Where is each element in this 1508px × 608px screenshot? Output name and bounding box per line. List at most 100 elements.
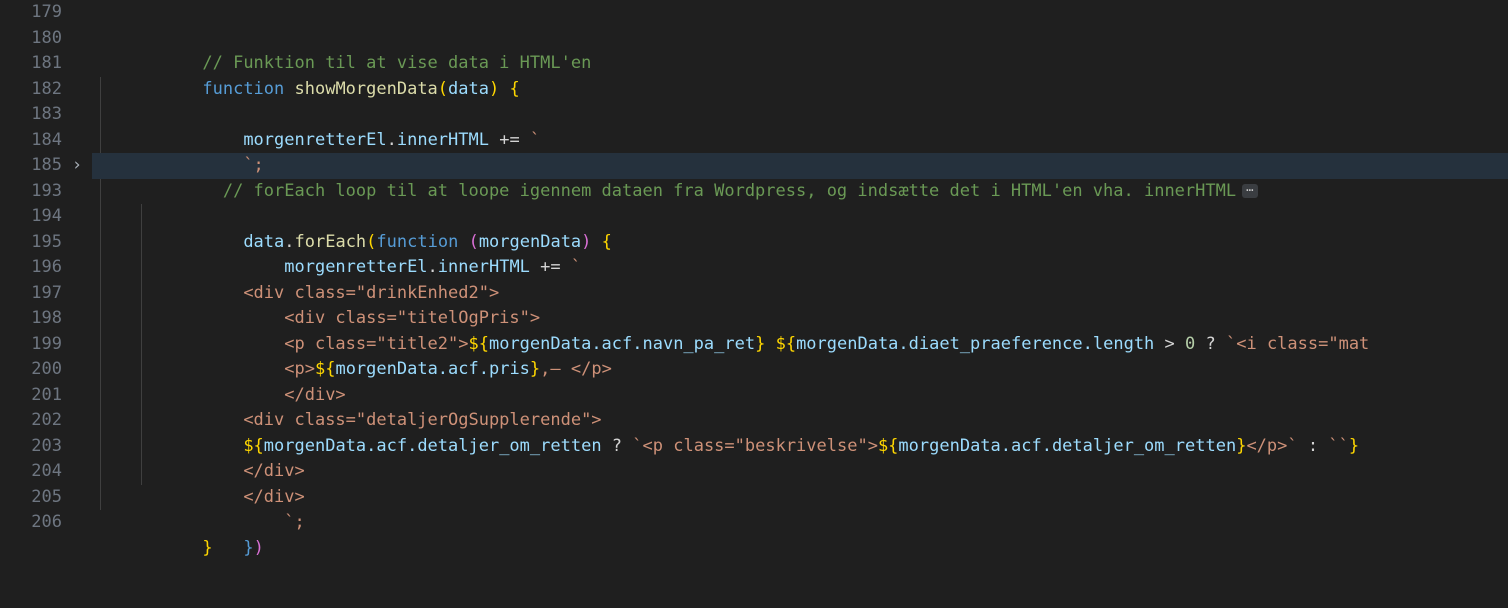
gutter-182: 182 [0, 76, 92, 102]
line-number: 199 [31, 333, 62, 354]
gutter-196: 196 [0, 255, 92, 281]
token-paren-open: ( [437, 78, 449, 99]
token-backtick: ` [529, 129, 541, 150]
token-expression: morgenData.acf.detaljer_om_retten [263, 435, 602, 456]
token-paren-close: ) [253, 537, 264, 558]
token-html-tag: <p class="beskrivelse"> [642, 435, 878, 456]
token-property: innerHTML [437, 257, 530, 277]
token-html-tag: <div class="drinkEnhed2"> [243, 282, 500, 303]
token-html-tag: <div class="titelOgPris"> [284, 308, 541, 328]
token-html-close: </div> [243, 461, 305, 481]
gutter-181: 181 [0, 51, 92, 77]
code-194[interactable]: morgenretterEl.innerHTML += ` [92, 204, 1508, 277]
line-number: 193 [31, 180, 62, 201]
token-interp-open: ${ [314, 359, 336, 379]
gutter-198: 198 [0, 306, 92, 332]
line-number: 194 [31, 206, 62, 226]
line-number: 185 [31, 155, 62, 175]
token-template-end: `; [284, 512, 305, 532]
gutter-202: 202 [0, 408, 92, 434]
indent-guides [92, 0, 1508, 26]
token-function-name: showMorgenData [284, 78, 438, 99]
token-interp-close-2: } [1236, 435, 1247, 456]
line-number: 205 [31, 486, 62, 507]
token-dot: . [284, 231, 295, 252]
line-number: 182 [31, 78, 62, 99]
line-number: 197 [31, 282, 62, 303]
token-template-end: `; [243, 155, 264, 175]
token-paren-close: ) [489, 78, 500, 99]
token-text: ,– [540, 359, 571, 379]
line-number: 184 [31, 129, 62, 150]
line-number: 181 [31, 53, 62, 73]
token-html-close: </div> [243, 486, 305, 507]
gutter-199: 199 [0, 331, 92, 357]
token-html-close: </div> [284, 384, 346, 405]
line-number: 180 [31, 27, 62, 48]
line-number: 204 [31, 461, 62, 481]
token-paren-open-2: ( [468, 231, 479, 252]
token-object: data [243, 231, 285, 252]
token-operator: += [529, 257, 571, 277]
code-editor[interactable]: 179 180 // Funktion til at vise data i H… [0, 0, 1508, 608]
token-keyword: function [376, 231, 459, 252]
token-operator: += [488, 129, 530, 150]
token-dot: . [386, 129, 397, 150]
line-number: 206 [31, 512, 62, 532]
token-expression: morgenData.acf.pris [335, 359, 530, 379]
gutter-180: 180 [0, 25, 92, 51]
token-html-tag-trunc: <i class="mat [1236, 333, 1370, 354]
token-ternary: ? [601, 435, 633, 456]
line-number: 201 [31, 384, 62, 405]
token-object: morgenretterEl [284, 257, 428, 277]
line-number: 196 [31, 257, 62, 277]
token-html-tag: <div class="detaljerOgSupplerende"> [243, 410, 602, 430]
indent-guides [92, 204, 1508, 230]
folded-region-badge[interactable]: ⋯ [1242, 183, 1259, 198]
gutter-201: 201 [0, 382, 92, 408]
token-method: forEach [294, 231, 367, 252]
code-180[interactable]: // Funktion til at vise data i HTML'en [92, 26, 1508, 73]
token-interp-close: } [755, 333, 766, 354]
code-185[interactable]: // forEach loop til at loope igennem dat… [92, 153, 1508, 201]
line-number: 179 [31, 2, 62, 22]
gutter-203: 203 [0, 433, 92, 459]
gutter-206: 206 [0, 510, 92, 536]
editor-line-179[interactable]: 179 [0, 0, 1508, 26]
code-183[interactable]: `; [92, 102, 1508, 175]
token-brace-close: } [243, 537, 254, 558]
token-interp-open-2: ${ [775, 333, 797, 354]
gutter-193: 193 [0, 178, 92, 204]
token-ternary: ? [1195, 333, 1226, 354]
token-expression: morgenData.acf.navn_pa_ret [488, 333, 756, 354]
token-number: 0 [1185, 333, 1196, 354]
comment-text: // forEach loop til at loope igennem dat… [222, 180, 1237, 201]
token-dot: . [427, 257, 438, 277]
token-param: morgenData [478, 231, 582, 252]
token-expression-2: morgenData.diaet_praeference.length [796, 333, 1155, 354]
gutter-200: 200 [0, 357, 92, 383]
editor-line-183[interactable]: 183 `; [0, 102, 1508, 175]
gutter-179: 179 [0, 0, 92, 26]
gutter-184: 184 [0, 127, 92, 153]
line-number: 203 [31, 435, 62, 456]
line-number: 200 [31, 359, 62, 379]
token-brace-open: { [499, 78, 520, 99]
token-empty-template: `` [1328, 435, 1349, 456]
token-interp-open: ${ [468, 333, 489, 354]
editor-line-180[interactable]: 180 // Funktion til at vise data i HTML'… [0, 25, 1508, 73]
line-number: 202 [31, 410, 62, 430]
editor-line-194[interactable]: 194 morgenretterEl.innerHTML += ` [0, 204, 1508, 277]
token-brace-open: { [591, 231, 612, 252]
fold-chevron-icon[interactable]: › [62, 153, 92, 179]
token-backtick-2: ` [1287, 435, 1298, 456]
token-backtick: ` [632, 435, 643, 456]
token-backtick: ` [1225, 333, 1237, 354]
token-interp-close: } [529, 359, 541, 379]
gutter-204: 204 [0, 459, 92, 485]
token-keyword: function [202, 78, 285, 99]
code-179[interactable] [92, 0, 1508, 26]
token-interp-open: ${ [243, 435, 264, 456]
token-interp-close: } [1348, 435, 1360, 456]
